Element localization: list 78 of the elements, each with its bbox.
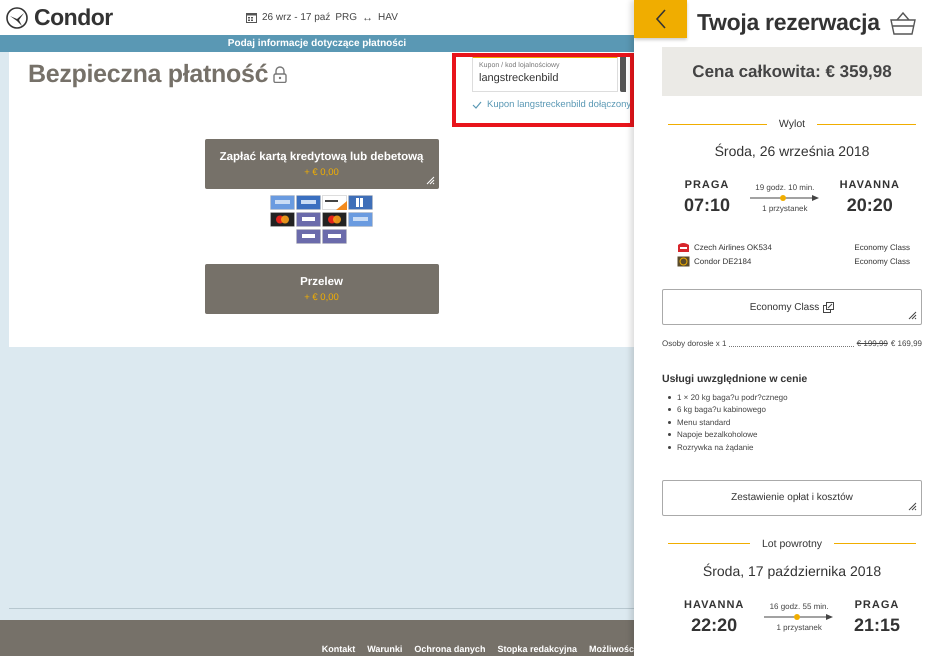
passenger-count: Osoby dorosłe x 1: [662, 339, 726, 348]
airline-logo-icon: [677, 256, 690, 267]
calendar-icon: [246, 12, 257, 23]
card-logo-icon: [296, 229, 321, 244]
cabin-class: Economy Class: [854, 257, 910, 266]
service-item: Rozrywka na żądanie: [677, 442, 754, 452]
payment-method-button[interactable]: Przelew + € 0,00: [204, 264, 438, 314]
service-item: 1 × 20 kg baga?u podr?cznego: [677, 392, 788, 402]
flight-date: Środa, 17 października 2018: [702, 562, 882, 578]
card-logo-icon: [348, 212, 373, 227]
padlock-icon: [273, 66, 288, 82]
departure-time: 07:10: [684, 195, 730, 216]
city-name: HAVANNA: [840, 179, 900, 191]
service-item: Napoje bezalkoholowe: [677, 430, 758, 440]
bullet-icon: [668, 396, 671, 399]
card-logo-icon: [348, 195, 373, 210]
departure-time: 22:20: [691, 614, 738, 636]
stops-count: 1 przystanek: [776, 623, 822, 632]
old-price: € 199,99: [856, 339, 888, 348]
footer-link[interactable]: Ochrona danych: [414, 644, 486, 654]
arrival-time: 20:20: [846, 195, 893, 216]
city-name: PRAGA: [854, 598, 900, 610]
origin-code: PRG: [335, 12, 358, 23]
passenger-price: € 169,99: [890, 339, 922, 348]
page-title: Bezpieczna płatność: [28, 60, 268, 88]
section-heading: Lot powrotny: [762, 538, 822, 550]
service-item: Menu standard: [677, 418, 730, 427]
fare-details-button[interactable]: Economy Class: [662, 289, 922, 325]
section-heading: Wylot: [778, 118, 806, 130]
airline-logo-icon: [677, 242, 690, 253]
coupon-submit-button[interactable]: [620, 56, 626, 92]
card-logo-icon: [322, 212, 347, 227]
card-logo-icon: [296, 195, 321, 210]
footer-link[interactable]: Możliwośc: [588, 644, 634, 654]
city-name: PRAGA: [684, 179, 730, 191]
card-logo-icon: [270, 212, 295, 227]
info-banner: Podaj informacje dotyczące płatności: [0, 35, 634, 52]
footer-link[interactable]: Warunki: [367, 644, 402, 654]
plane-circle-icon: [6, 6, 28, 28]
card-logo-icon: [322, 229, 347, 244]
basket-icon: [890, 10, 916, 36]
card-logo-icon: [322, 195, 347, 210]
payment-method-button[interactable]: Zapłać kartą kredytową lub debetową + € 0,00: [204, 139, 438, 189]
resize-grip-icon: [908, 311, 917, 320]
destination-code: HAV: [378, 12, 398, 23]
route-line-icon: [750, 194, 820, 202]
bullet-icon: [668, 433, 671, 436]
flight-date: Środa, 26 września 2018: [714, 143, 870, 159]
costs-breakdown-button[interactable]: Zestawienie opłat i kosztów: [662, 480, 922, 516]
bullet-icon: [668, 420, 671, 424]
route-line-icon: [764, 613, 834, 621]
stops-count: 1 przystanek: [762, 204, 808, 212]
city-name: HAVANNA: [684, 598, 744, 610]
card-logo-icon: [270, 195, 295, 210]
external-link-icon: [823, 302, 834, 312]
resize-grip-icon: [426, 176, 434, 185]
logo-text[interactable]: Condor: [34, 4, 113, 31]
trip-dates: 26 wrz - 17 paź: [262, 12, 330, 23]
cabin-class: Economy Class: [854, 243, 910, 252]
card-logo-icon: [296, 212, 321, 227]
footer-link[interactable]: Kontakt: [322, 644, 356, 654]
arrival-time: 21:15: [854, 614, 900, 636]
route-arrow: ↔: [362, 12, 374, 24]
resize-grip-icon: [908, 502, 917, 510]
service-item: 6 kg baga?u kabinowego: [677, 405, 766, 414]
bullet-icon: [668, 446, 671, 449]
flight-duration: 16 godz. 55 min.: [770, 602, 829, 611]
services-heading: Usługi uwzględnione w cenie: [662, 373, 808, 385]
booking-title: Twoja rezerwacja: [697, 9, 880, 36]
bullet-icon: [668, 408, 671, 412]
back-button[interactable]: [634, 0, 687, 38]
coupon-applied-message: Kupon langstreckenbild dołączony: [487, 99, 632, 110]
flight-number: Condor DE2184: [694, 257, 752, 266]
chevron-left-icon: [654, 9, 666, 29]
flight-number: Czech Airlines OK534: [694, 243, 773, 252]
footer-link[interactable]: Stopka redakcyjna: [497, 644, 577, 654]
flight-duration: 19 godz. 10 min.: [755, 182, 814, 192]
total-price: Cena całkowita: € 359,98: [662, 47, 922, 96]
